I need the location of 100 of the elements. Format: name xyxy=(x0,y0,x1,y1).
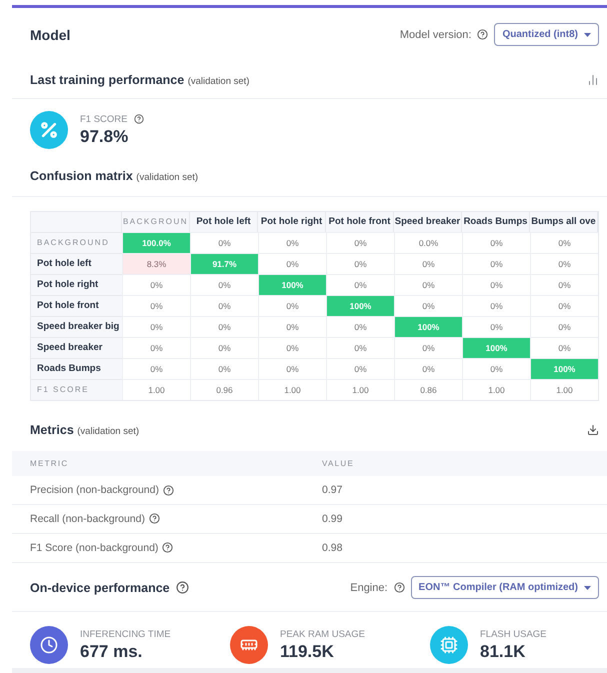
matrix-cell: 0% xyxy=(462,358,530,379)
matrix-cell: 0% xyxy=(190,294,258,316)
matrix-cell: 100% xyxy=(462,336,530,358)
matrix-cell: 0% xyxy=(258,358,326,379)
row-header: Speed breaker xyxy=(31,336,122,358)
metric-name: Recall (non-background) xyxy=(30,512,145,525)
matrix-cell: 0% xyxy=(190,316,258,337)
matrix-cell: 0% xyxy=(462,274,530,295)
metric-name: F1 Score (non-background) xyxy=(30,542,158,554)
matrix-cell: 1.00 xyxy=(326,378,394,400)
matrix-cell: 0.86 xyxy=(394,378,462,400)
version-dropdown[interactable]: Quantized (int8) xyxy=(494,23,599,46)
matrix-cell: 0% xyxy=(190,336,258,358)
column-header: BACKGROUN xyxy=(122,212,190,232)
stat-label: FLASH USAGE xyxy=(480,628,547,640)
matrix-cell: 1.00 xyxy=(530,378,598,400)
matrix-cell: 0% xyxy=(258,252,326,274)
matrix-cell: 0% xyxy=(190,274,258,295)
matrix-cell: 0% xyxy=(462,252,530,274)
column-header: METRIC xyxy=(30,459,70,468)
help-icon[interactable] xyxy=(148,513,160,524)
row-header: Pot hole right xyxy=(31,274,122,295)
column-header: Speed breaker xyxy=(394,212,462,232)
matrix-cell: 1.00 xyxy=(122,378,190,400)
column-header: Bumps all ove xyxy=(530,212,598,232)
matrix-cell: 0% xyxy=(326,232,394,253)
matrix-cell: 0.96 xyxy=(190,378,258,400)
column-header: Pot hole front xyxy=(326,212,394,232)
matrix-cell: 0% xyxy=(326,358,394,379)
section-title: On-device performance xyxy=(30,580,170,595)
row-header: Pot hole front xyxy=(31,294,122,316)
matrix-cell: 0% xyxy=(190,358,258,379)
matrix-cell: 100.0% xyxy=(122,232,190,253)
score-value: 97.8% xyxy=(80,126,130,147)
matrix-cell: 0% xyxy=(326,336,394,358)
matrix-cell: 0% xyxy=(394,336,462,358)
metric-value: 0.99 xyxy=(322,512,344,525)
stat-value: 677 ms. xyxy=(80,642,144,662)
stat-value: 81.1K xyxy=(480,642,526,662)
percent-icon xyxy=(30,111,68,150)
column-header: Roads Bumps xyxy=(462,212,530,232)
engine-label: Engine: xyxy=(350,582,388,594)
matrix-cell: 0% xyxy=(258,294,326,316)
row-header: Pot hole left xyxy=(31,252,122,274)
column-header: Pot hole left xyxy=(190,212,258,232)
row-header: BACKGROUND xyxy=(31,232,122,253)
matrix-cell: 0% xyxy=(530,274,598,295)
matrix-cell: 0% xyxy=(122,358,190,379)
matrix-cell: 0% xyxy=(530,316,598,337)
row-header: Speed breaker big xyxy=(31,316,122,337)
matrix-cell: 0% xyxy=(122,316,190,337)
help-icon[interactable] xyxy=(134,114,144,124)
matrix-cell: 0% xyxy=(122,294,190,316)
caret-icon xyxy=(584,586,591,590)
matrix-cell: 0% xyxy=(530,294,598,316)
download-icon[interactable] xyxy=(587,424,599,436)
matrix-cell: 0% xyxy=(462,232,530,253)
matrix-cell: 100% xyxy=(530,358,598,379)
engine-dropdown[interactable]: EON™ Compiler (RAM optimized) xyxy=(410,576,599,600)
stat-value: 119.5K xyxy=(280,642,335,662)
matrix-cell: 0% xyxy=(394,294,462,316)
matrix-cell: 0% xyxy=(326,274,394,295)
matrix-cell: 100% xyxy=(326,294,394,316)
matrix-cell: 0% xyxy=(530,232,598,253)
help-icon[interactable] xyxy=(477,29,488,40)
help-icon[interactable] xyxy=(162,484,174,496)
column-header: VALUE xyxy=(322,459,356,468)
matrix-cell: 0% xyxy=(258,232,326,253)
metric-name: Precision (non-background) xyxy=(30,484,159,496)
row-header: Roads Bumps xyxy=(31,358,122,379)
help-icon[interactable] xyxy=(176,581,189,594)
matrix-cell: 0.0% xyxy=(394,232,462,253)
version-label: Model version: xyxy=(400,28,472,41)
chip-icon xyxy=(440,636,458,654)
score-label: F1 SCORE xyxy=(80,114,128,125)
caret-icon xyxy=(584,32,591,37)
metric-value: 0.97 xyxy=(322,484,344,496)
section-title: Last training performance (validation set) xyxy=(30,73,250,88)
stat-label: PEAK RAM USAGE xyxy=(280,628,365,640)
matrix-cell: 0% xyxy=(190,232,258,253)
matrix-cell: 0% xyxy=(394,358,462,379)
matrix-cell: 8.3% xyxy=(122,252,190,274)
column-header: Pot hole right xyxy=(258,212,326,232)
help-icon[interactable] xyxy=(162,542,174,554)
metric-value: 0.98 xyxy=(322,542,344,554)
matrix-cell: 0% xyxy=(394,252,462,274)
matrix-cell: 100% xyxy=(394,316,462,337)
section-title: Model xyxy=(30,26,70,43)
matrix-cell: 0% xyxy=(462,316,530,337)
chart-icon[interactable] xyxy=(587,74,599,86)
matrix-cell: 0% xyxy=(394,274,462,295)
row-header: F1 SCORE xyxy=(31,378,122,400)
matrix-cell: 0% xyxy=(122,274,190,295)
matrix-cell: 1.00 xyxy=(258,378,326,400)
matrix-cell: 0% xyxy=(258,336,326,358)
clock-icon xyxy=(40,636,58,654)
matrix-cell: 0% xyxy=(530,252,598,274)
help-icon[interactable] xyxy=(394,582,405,594)
matrix-cell: 0% xyxy=(530,336,598,358)
matrix-cell: 0% xyxy=(326,252,394,274)
